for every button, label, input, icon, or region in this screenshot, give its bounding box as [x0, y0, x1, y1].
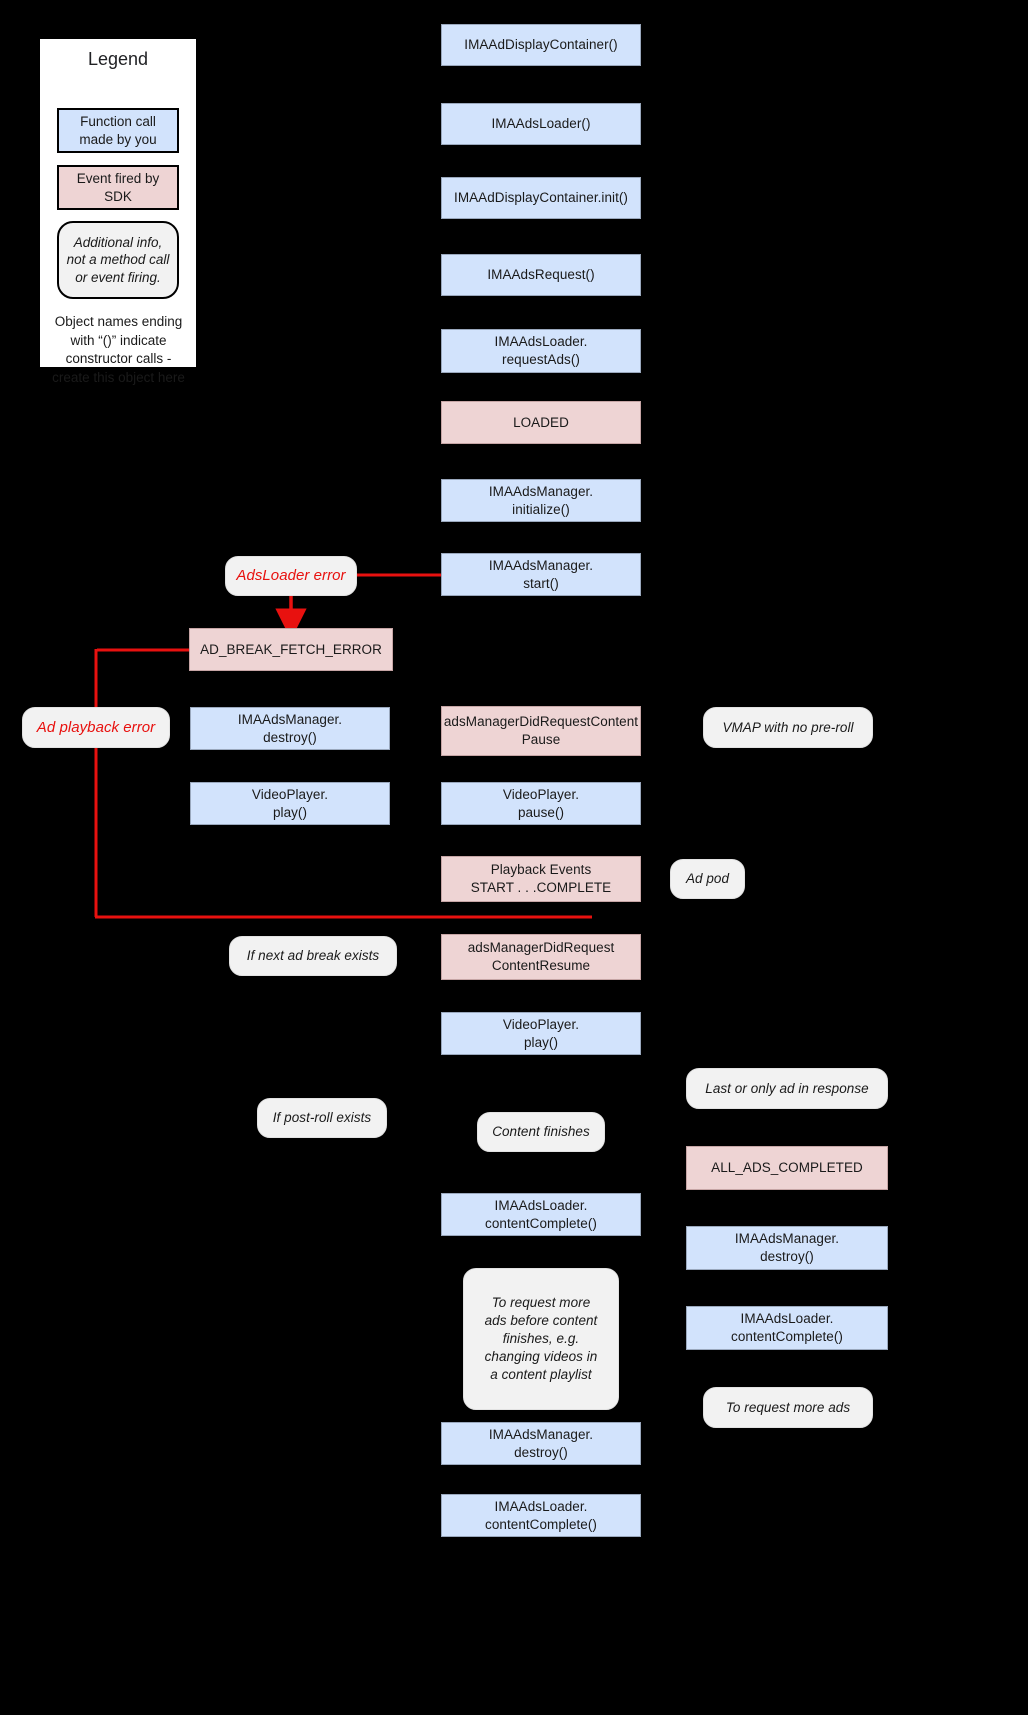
node-all-ads-completed[interactable]: ALL_ADS_COMPLETED [686, 1146, 888, 1190]
node-imaadsloader-contentcomplete-right[interactable]: IMAAdsLoader. contentComplete() [686, 1306, 888, 1350]
legend-panel: Legend Function call made by you Event f… [40, 39, 196, 385]
node-imaadsmanager-destroy-right[interactable]: IMAAdsManager. destroy() [686, 1226, 888, 1270]
diagram-canvas: Legend Function call made by you Event f… [0, 0, 1028, 1715]
node-imaaddisplaycontainer-init[interactable]: IMAAdDisplayContainer.init() [441, 177, 641, 219]
node-ad-break-fetch-error[interactable]: AD_BREAK_FETCH_ERROR [189, 628, 393, 671]
node-imaadsrequest[interactable]: IMAAdsRequest() [441, 254, 641, 296]
node-imaadsmanager-destroy-error[interactable]: IMAAdsManager. destroy() [190, 707, 390, 750]
node-last-or-only-ad-in-response[interactable]: Last or only ad in response [686, 1068, 888, 1109]
node-adsmanager-did-request-content-pause[interactable]: adsManagerDidRequestContent Pause [441, 706, 641, 756]
legend-swatch-event: Event fired by SDK [57, 165, 179, 210]
legend-swatch-info: Additional info, not a method call or ev… [57, 221, 179, 299]
node-imaadsloader-requestads[interactable]: IMAAdsLoader. requestAds() [441, 329, 641, 373]
node-imaadsmanager-destroy-main[interactable]: IMAAdsManager. destroy() [441, 1422, 641, 1465]
node-playback-events[interactable]: Playback Events START . . .COMPLETE [441, 856, 641, 902]
node-adsmanager-did-request-content-resume[interactable]: adsManagerDidRequest ContentResume [441, 934, 641, 980]
node-imaadsloader-contentcomplete-1[interactable]: IMAAdsLoader. contentComplete() [441, 1193, 641, 1236]
node-videoplayer-play-resume[interactable]: VideoPlayer. play() [441, 1012, 641, 1055]
node-if-next-ad-break-exists[interactable]: If next ad break exists [229, 936, 397, 976]
node-ad-pod[interactable]: Ad pod [670, 859, 745, 899]
node-if-post-roll-exists[interactable]: If post-roll exists [257, 1098, 387, 1138]
legend-swatch-function-call: Function call made by you [57, 108, 179, 153]
node-to-request-more-ads[interactable]: To request more ads [703, 1387, 873, 1428]
legend-note: Object names ending with “()” indicate c… [52, 314, 185, 385]
node-content-finishes[interactable]: Content finishes [477, 1112, 605, 1152]
node-imaadsmanager-start[interactable]: IMAAdsManager. start() [441, 553, 641, 596]
node-videoplayer-play-error[interactable]: VideoPlayer. play() [190, 782, 390, 825]
node-adsloader-error[interactable]: AdsLoader error [225, 556, 357, 596]
node-imaadsmanager-initialize[interactable]: IMAAdsManager. initialize() [441, 479, 641, 522]
node-imaadsloader[interactable]: IMAAdsLoader() [441, 103, 641, 145]
node-loaded-event[interactable]: LOADED [441, 401, 641, 444]
node-ad-playback-error[interactable]: Ad playback error [22, 707, 170, 748]
node-imaaddisplaycontainer[interactable]: IMAAdDisplayContainer() [441, 24, 641, 66]
node-videoplayer-pause[interactable]: VideoPlayer. pause() [441, 782, 641, 825]
node-vmap-with-no-preroll[interactable]: VMAP with no pre-roll [703, 707, 873, 748]
node-request-more-ads-before-content-finishes[interactable]: To request more ads before content finis… [463, 1268, 619, 1410]
node-imaadsloader-contentcomplete-2[interactable]: IMAAdsLoader. contentComplete() [441, 1494, 641, 1537]
legend-title: Legend [87, 49, 149, 69]
